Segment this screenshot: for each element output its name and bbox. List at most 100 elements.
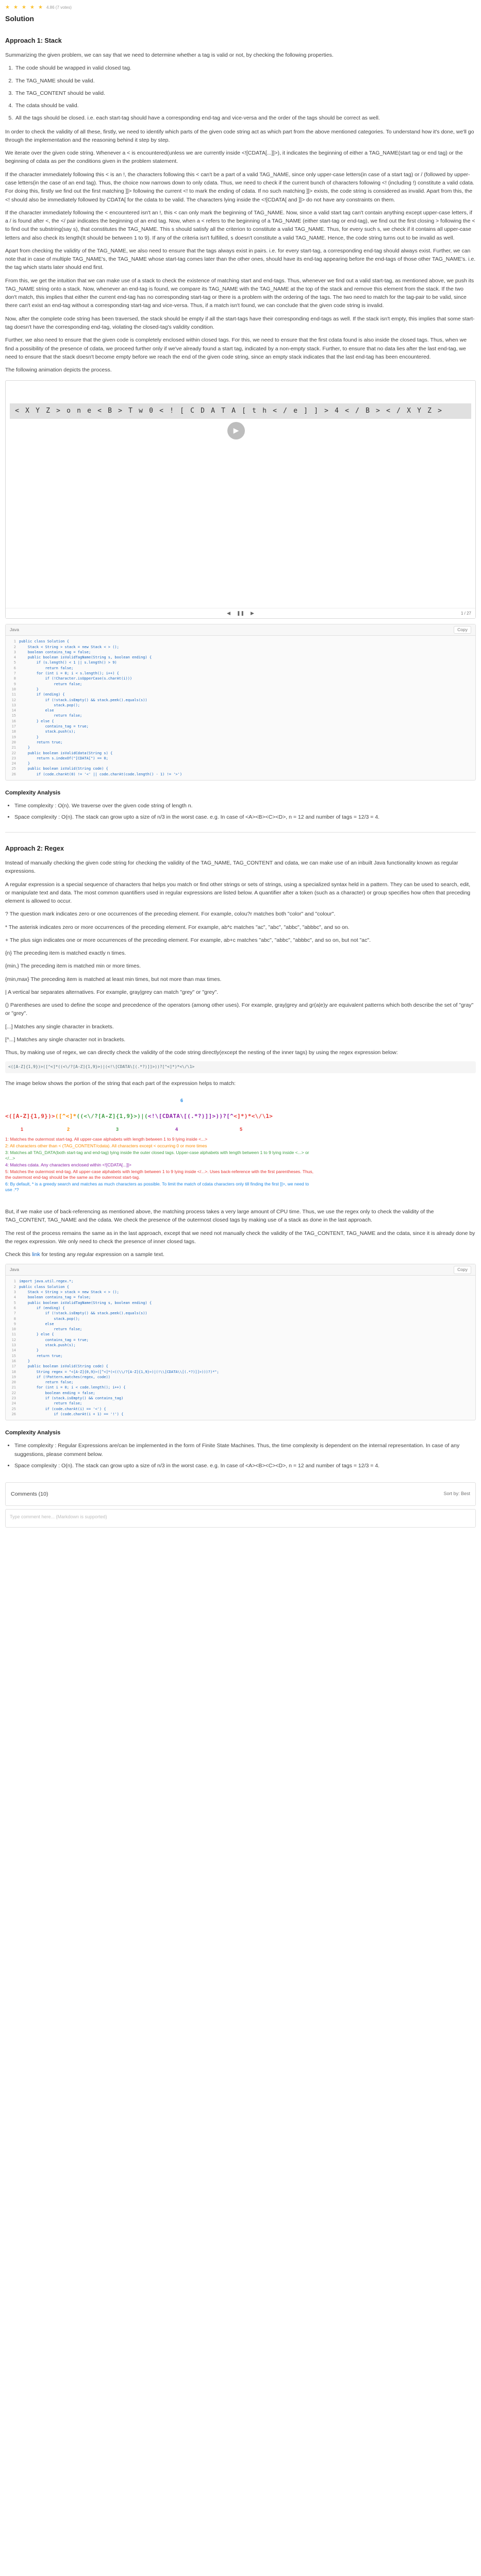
line-number: 24 [11,761,16,766]
code-line: stack.pop(); [19,703,80,707]
check-suffix: for testing any regular expression on a … [40,1251,164,1258]
line-number: 25 [11,1406,16,1411]
code-line: boolean contains_tag = false; [19,650,91,654]
animation-char: < [159,407,163,415]
code-line: public boolean isValid(String code) { [19,1364,108,1369]
next-icon[interactable]: ▶ [251,610,254,617]
paragraph: Further, we also need to ensure that the… [5,337,467,360]
paragraph: Check this link for testing any regular … [5,1250,476,1259]
line-number: 5 [13,660,16,665]
sort-dropdown[interactable]: Sort by: Best [443,1490,470,1498]
animation-char: n [77,407,81,415]
star-icon[interactable]: ★ [30,5,35,10]
paragraph: If the character immediately following t… [5,171,474,203]
line-number: 24 [11,1401,16,1406]
animation-char: t [252,407,256,415]
comments-bar: Comments (10) Sort by: Best [5,1482,476,1506]
line-number: 25 [11,767,16,771]
star-icon[interactable]: ★ [5,5,10,10]
complexity-list: Time complexity : Regular Expressions ar… [14,1442,476,1470]
code-line: contains_tag = true; [19,724,89,729]
code-line: import java.util.regex.*; [19,1279,74,1284]
paragraph: Now, after the complete code string has … [5,315,475,330]
prev-icon[interactable]: ◀ [227,610,230,617]
figure-note: 6: By default, * is a greedy search and … [5,1181,309,1193]
line-number: 11 [11,1332,16,1337]
line-number: 26 [11,772,16,776]
line-number: 26 [11,1412,16,1416]
quantifier-item: {n} The preceding item is matched exactl… [5,950,126,957]
line-number: 3 [13,650,16,654]
quantifier-item: * The asterisk indicates zero or more oc… [5,924,350,930]
animation-player[interactable]: < X Y Z > o n e < B > Tw 0 <![C D A T A[t h < / e]] >4 < / B > < / X Y… [5,380,476,619]
animation-char: [ [242,407,246,415]
code-line: else [19,1321,54,1326]
animation-char: [ [180,407,184,415]
code-line: public boolean isValidCdata(String s) { [19,751,113,755]
code-line: public boolean isValidTagName(String s, … [19,1300,152,1305]
code-line: } [19,761,30,766]
line-number: 6 [13,666,16,670]
figure-note: 3: Matches all TAG_DATA(both start-tag a… [5,1150,309,1161]
star-icon[interactable]: ★ [22,5,27,10]
code-line: if (code.charAt(0) != '<' || code.charAt… [19,772,183,776]
paragraph: Thus, by making use of regex, we can dir… [5,1049,398,1056]
figure-note: 4: Matches cdata. Any characters enclose… [5,1162,131,1168]
code-line: boolean contains_tag = false; [19,1295,91,1300]
copy-button[interactable]: Copy [454,1266,471,1274]
animation-char: / [283,407,287,415]
comment-input[interactable]: Type comment here... (Markdown is suppor… [5,1509,476,1528]
code-line: Stack < String > stack = new Stack < > (… [19,645,119,649]
animation-char: e [87,407,91,415]
paragraph: From this, we get the intuition that we … [5,277,474,309]
line-number: 14 [11,1348,16,1353]
expression-segment: <([A-Z]{1,9})> [5,1113,55,1120]
line-number: 17 [11,724,16,729]
line-number: 13 [11,703,16,707]
figure-note: 2: All characters other than < (TAG_CONT… [5,1143,207,1149]
code-line: return s.indexOf("[CDATA[") == 0; [19,756,108,760]
code-line: } [19,735,39,739]
code-line: public class Solution { [19,639,69,644]
star-icon[interactable]: ★ [13,5,19,10]
code-line: contains_tag = true; [19,1337,89,1342]
code-block: Java Copy 1 2 3 4 5 6 7 8 9 10 11 12 13 14 15 16 17 18 19 2… [5,1264,476,1421]
animation-char: B [366,407,370,415]
figure-marker: 6 [180,1098,184,1104]
line-number: 9 [13,1321,16,1326]
complexity-list: Time complexity : O(n). We traverse over… [14,802,476,822]
figure-note: 1: Matches the outermost start-tag. All … [5,1137,208,1142]
pause-icon[interactable]: ❚❚ [237,610,244,617]
code-line: else [19,708,54,713]
figure-marker: 2 [67,1127,70,1132]
check-prefix: Check this [5,1251,32,1258]
animation-char: ] [304,407,308,415]
animation-char: < [386,407,390,415]
animation-char-strip: < X Y Z > o n e < B > Tw 0 <![C D A T A[t h < / e]] >4 < / B > < / X Y… [10,403,471,419]
play-icon[interactable]: ▶ [227,422,245,440]
line-number: 20 [11,740,16,744]
copy-button[interactable]: Copy [454,626,471,634]
figure-marker: 1 [21,1127,24,1132]
line-number: 7 [13,1311,16,1316]
line-number: 18 [11,730,16,734]
quantifier-item: + The plus sign indicates one or more oc… [5,937,371,943]
line-numbers: 1 2 3 4 5 6 7 8 9 10 11 12 13 14 15 16 17 18 19 20 21 22 23 24 2… [6,1279,19,1417]
animation-char: < [15,407,19,415]
star-icon[interactable]: ★ [38,5,43,10]
line-number: 2 [13,1284,16,1289]
line-number: 19 [11,735,16,739]
paragraph: The following animation depicts the proc… [5,367,112,374]
code-line: return false; [19,682,82,686]
paragraph: A regular expression is a special sequen… [5,881,471,905]
code-lines: public class Solution { Stack < String >… [19,639,475,777]
paragraph: Apart from checking the validity of the … [5,247,476,271]
line-number: 1 [13,1279,16,1284]
quantifier-item: [...] Matches any single character in br… [5,1023,114,1030]
rules-list: The code should be wrapped in valid clos… [14,64,476,122]
code-line: public class Solution { [19,1284,69,1289]
regex-test-link[interactable]: link [32,1251,40,1258]
line-number: 15 [11,1353,16,1358]
animation-char: 0 [149,407,153,415]
animation-char: / [355,407,359,415]
